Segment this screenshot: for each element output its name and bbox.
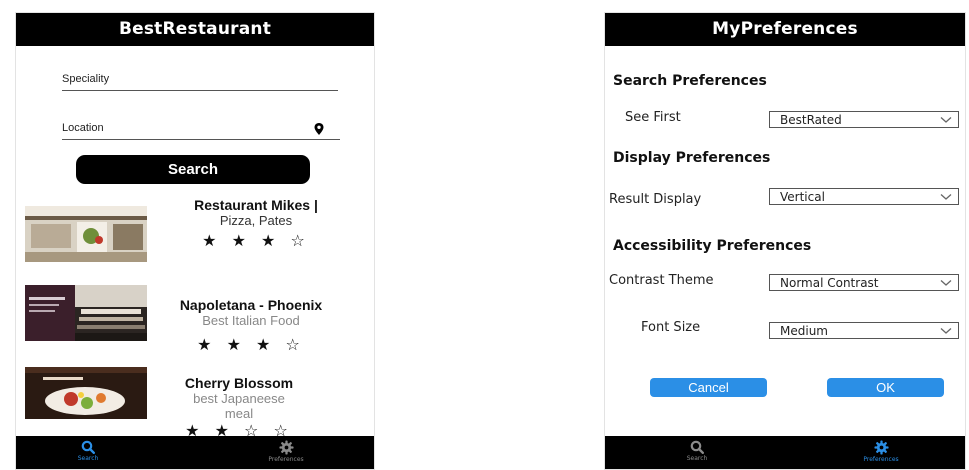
restaurant-photo[interactable] bbox=[25, 206, 147, 262]
restaurant-name: Restaurant Mikes | bbox=[194, 197, 318, 213]
see-first-value: BestRated bbox=[780, 113, 842, 127]
section-search-preferences: Search Preferences bbox=[613, 73, 767, 89]
gear-icon bbox=[873, 440, 889, 455]
restaurant-name: Napoletana - Phoenix bbox=[179, 297, 323, 313]
tab-search-label: Search bbox=[686, 455, 708, 462]
restaurant-photo[interactable] bbox=[25, 367, 147, 419]
restaurant-subtitle: Best Italian Food bbox=[202, 313, 300, 328]
rating-stars: ★ ★ ★ ☆ bbox=[202, 231, 310, 250]
restaurant-subtitle: best Japaneese meal bbox=[193, 391, 285, 421]
result-display-select[interactable]: Vertical bbox=[769, 188, 959, 205]
chevron-down-icon bbox=[940, 280, 952, 286]
tab-search[interactable]: Search bbox=[58, 436, 118, 469]
contrast-theme-select[interactable]: Normal Contrast bbox=[769, 274, 959, 291]
font-size-select[interactable]: Medium bbox=[769, 322, 959, 339]
tab-preferences[interactable]: Preferences bbox=[246, 436, 326, 469]
search-icon bbox=[690, 440, 704, 454]
section-accessibility-preferences: Accessibility Preferences bbox=[613, 238, 812, 254]
chevron-down-icon bbox=[940, 194, 952, 200]
result-item[interactable]: Napoletana - Phoenix Best Italian Food ★… bbox=[16, 285, 374, 365]
result-item[interactable]: Cherry Blossom best Japaneese meal ★ ★ ☆… bbox=[16, 359, 374, 440]
restaurant-subtitle: Pizza, Pates bbox=[219, 213, 293, 228]
search-button[interactable]: Search bbox=[76, 155, 310, 184]
see-first-select[interactable]: BestRated bbox=[769, 111, 959, 128]
see-first-label: See First bbox=[625, 110, 681, 125]
cancel-button[interactable]: Cancel bbox=[650, 378, 767, 397]
tab-search-label: Search bbox=[77, 455, 99, 462]
rating-stars: ★ ★ ★ ☆ bbox=[197, 335, 305, 354]
location-input[interactable] bbox=[62, 118, 292, 138]
restaurant-name: Cherry Blossom bbox=[184, 375, 294, 391]
search-icon bbox=[81, 440, 95, 454]
font-size-label: Font Size bbox=[641, 320, 701, 335]
result-display-value: Vertical bbox=[780, 190, 825, 204]
result-display-label: Result Display bbox=[609, 192, 702, 207]
app-title: BestRestaurant bbox=[16, 13, 374, 46]
font-size-value: Medium bbox=[780, 324, 828, 338]
contrast-theme-label: Contrast Theme bbox=[609, 273, 714, 288]
tab-preferences[interactable]: Preferences bbox=[841, 436, 921, 469]
chevron-down-icon bbox=[940, 117, 952, 123]
section-display-preferences: Display Preferences bbox=[613, 150, 771, 166]
restaurant-photo[interactable] bbox=[25, 285, 147, 341]
location-field[interactable] bbox=[62, 117, 340, 140]
chevron-down-icon bbox=[940, 328, 952, 334]
my-preferences-screen: MyPreferences Search Preferences See Fir… bbox=[604, 12, 966, 470]
bottom-tab-bar: Search Preferences bbox=[605, 436, 965, 469]
location-pin-icon[interactable] bbox=[312, 122, 326, 136]
tab-search[interactable]: Search bbox=[667, 436, 727, 469]
best-restaurant-screen: BestRestaurant Search Restaurant Mikes |… bbox=[15, 12, 375, 470]
result-item[interactable]: Restaurant Mikes | Pizza, Pates ★ ★ ★ ☆ bbox=[16, 198, 374, 278]
speciality-field[interactable] bbox=[62, 68, 338, 91]
tab-preferences-label: Preferences bbox=[268, 456, 304, 463]
bottom-tab-bar: Search Preferences bbox=[16, 436, 374, 469]
contrast-theme-value: Normal Contrast bbox=[780, 276, 879, 290]
app-title: MyPreferences bbox=[605, 13, 965, 46]
tab-preferences-label: Preferences bbox=[863, 456, 899, 463]
gear-icon bbox=[278, 440, 294, 455]
speciality-input[interactable] bbox=[62, 69, 292, 89]
ok-button[interactable]: OK bbox=[827, 378, 944, 397]
